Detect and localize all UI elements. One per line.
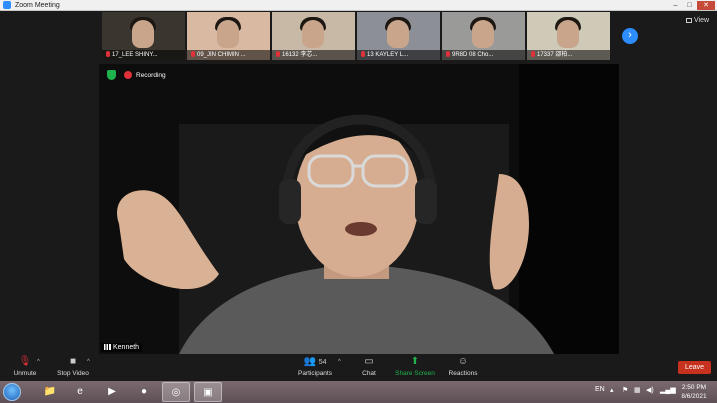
participant-name-bar: 13 KAYLEY L...	[357, 50, 440, 60]
internet-explorer-icon[interactable]: e	[66, 382, 94, 402]
view-label: View	[694, 17, 710, 24]
recording-label: Recording	[136, 71, 166, 79]
file-explorer-icon[interactable]: 📁	[36, 382, 64, 402]
chrome-icon[interactable]: ◎	[162, 382, 190, 402]
participant-name-bar: 16132 李芯...	[272, 50, 355, 60]
participant-name: 17337 邵柏...	[537, 52, 573, 58]
grid-view-icon	[686, 17, 692, 23]
participant-name: 17_LEE SHINY...	[112, 52, 158, 58]
show-hidden-icons-icon[interactable]: ▴	[610, 386, 614, 394]
network-icon[interactable]: ▦	[634, 386, 641, 394]
volume-icon[interactable]: ◀)	[646, 386, 654, 394]
window-controls: – □ ✕	[669, 1, 715, 10]
participant-face	[387, 20, 409, 48]
participant-count: 54	[318, 359, 327, 366]
chat-bubble-icon: ▭	[364, 356, 374, 367]
participant-name: 9R8D 08 Cho...	[452, 52, 494, 58]
meeting-toolbar: 🎙 Unmute ^ ■ Stop Video ^ 👥 54 Participa…	[0, 354, 717, 381]
share-screen-icon: ⬆	[410, 356, 420, 367]
muted-mic-icon	[276, 51, 280, 58]
participant-face	[302, 20, 324, 48]
zoom-app-icon	[3, 1, 11, 9]
window-title: Zoom Meeting	[15, 1, 60, 9]
participant-tile[interactable]: 17337 邵柏...	[527, 12, 610, 60]
view-button[interactable]: View	[686, 17, 709, 24]
minimize-button[interactable]: –	[669, 1, 682, 10]
flag-icon[interactable]: ⚑	[622, 386, 628, 394]
signal-bars-icon[interactable]: ▂▄▆	[660, 386, 676, 394]
muted-mic-icon	[106, 51, 110, 58]
participant-face	[472, 20, 494, 48]
participant-face	[557, 20, 579, 48]
participants-button[interactable]: 👥 54 Participants	[294, 356, 336, 377]
caret-up-icon: ^	[37, 359, 40, 365]
share-screen-button[interactable]: ⬆ Share Screen	[394, 356, 436, 377]
next-page-button[interactable]: ›	[622, 28, 638, 44]
encryption-shield-icon[interactable]	[107, 70, 116, 80]
participant-name: 16132 李芯...	[282, 52, 318, 58]
participant-name-bar: 17_LEE SHINY...	[102, 50, 185, 60]
participant-name: 13 KAYLEY L...	[367, 52, 409, 58]
participant-strip: 17_LEE SHINY... 09_JIN CHIMIN ... 16132 …	[102, 12, 610, 60]
reactions-label: Reactions	[448, 370, 478, 377]
reactions-button[interactable]: ☺ Reactions	[446, 356, 480, 377]
muted-mic-icon	[446, 51, 450, 58]
caret-up-icon: ^	[338, 359, 341, 365]
participant-face	[217, 20, 239, 48]
meeting-stage: 17_LEE SHINY... 09_JIN CHIMIN ... 16132 …	[0, 11, 717, 354]
participants-icon: 👥 54	[303, 356, 327, 367]
chevron-right-icon: ›	[628, 29, 632, 41]
active-speaker-video: Recording Kenneth	[99, 64, 619, 354]
participant-tile[interactable]: 9R8D 08 Cho...	[442, 12, 525, 60]
stop-video-label: Stop Video	[57, 370, 89, 377]
unmute-label: Unmute	[13, 370, 37, 377]
firefox-icon[interactable]: ●	[130, 382, 158, 402]
participant-name: 09_JIN CHIMIN ...	[197, 52, 246, 58]
meeting-status-badges: Recording	[107, 70, 166, 80]
window-titlebar: Zoom Meeting – □ ✕	[0, 0, 717, 11]
speaker-video-frame	[99, 64, 619, 354]
reactions-icon: ☺	[457, 356, 469, 367]
media-player-icon[interactable]: ▶	[98, 382, 126, 402]
chat-label: Chat	[362, 370, 376, 377]
muted-mic-icon	[361, 51, 365, 58]
signal-strength-icon	[104, 344, 111, 351]
zoom-taskbar-icon[interactable]: ▣	[194, 382, 222, 402]
chat-button[interactable]: ▭ Chat	[356, 356, 382, 377]
muted-mic-icon	[531, 51, 535, 58]
system-clock[interactable]: 2:50 PM 8/6/2021	[676, 383, 712, 401]
windows-taskbar: 📁 e ▶ ● ◎ ▣ EN ▴ ⚑ ▦ ◀) ▂▄▆ 2:50 PM 8/6/…	[0, 381, 717, 403]
start-button[interactable]	[3, 383, 21, 401]
participant-tile[interactable]: 13 KAYLEY L...	[357, 12, 440, 60]
leave-button[interactable]: Leave	[678, 361, 711, 374]
close-button[interactable]: ✕	[697, 1, 715, 10]
speaker-name-tag: Kenneth	[101, 343, 143, 352]
participants-label: Participants	[298, 370, 332, 377]
recording-icon	[124, 71, 132, 79]
participant-tile[interactable]: 16132 李芯...	[272, 12, 355, 60]
participant-tile[interactable]: 09_JIN CHIMIN ...	[187, 12, 270, 60]
participant-name-bar: 9R8D 08 Cho...	[442, 50, 525, 60]
clock-time: 2:50 PM	[681, 384, 707, 391]
maximize-button[interactable]: □	[683, 1, 696, 10]
muted-mic-icon	[191, 51, 195, 58]
share-screen-label: Share Screen	[395, 370, 435, 377]
participant-name-bar: 09_JIN CHIMIN ...	[187, 50, 270, 60]
language-indicator[interactable]: EN	[595, 386, 605, 393]
participant-tile[interactable]: 17_LEE SHINY...	[102, 12, 185, 60]
clock-date: 8/6/2021	[681, 393, 707, 400]
participant-face	[132, 20, 154, 48]
caret-up-icon: ^	[87, 359, 90, 365]
speaker-name: Kenneth	[113, 344, 140, 351]
participant-name-bar: 17337 邵柏...	[527, 50, 610, 60]
